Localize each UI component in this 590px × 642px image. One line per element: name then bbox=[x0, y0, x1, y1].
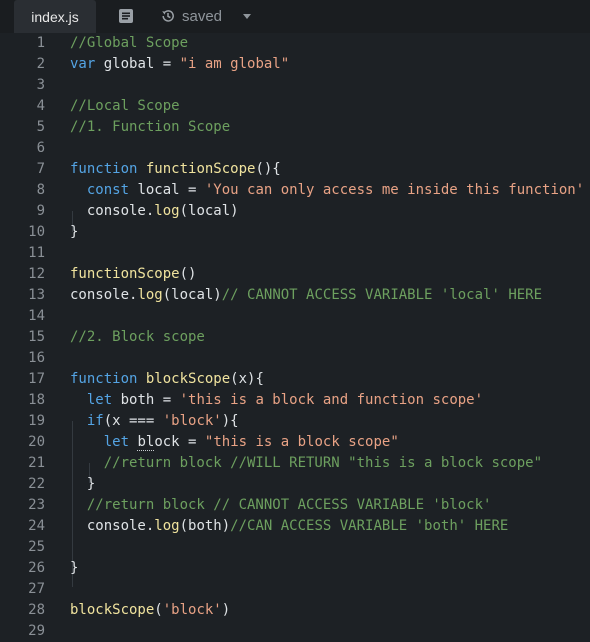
line-number: 10 bbox=[28, 224, 45, 240]
code-line[interactable]: const local = 'You can only access me in… bbox=[70, 180, 590, 201]
line-number: 8 bbox=[36, 182, 45, 198]
code-line[interactable]: } bbox=[70, 222, 590, 243]
code-line[interactable]: //return block //WILL RETURN "this is a … bbox=[70, 453, 590, 474]
line-number: 19 bbox=[28, 413, 45, 429]
line-number: 25 bbox=[28, 539, 45, 555]
line-number: 27 bbox=[28, 581, 45, 597]
line-number: 22 bbox=[28, 476, 45, 492]
code-line[interactable]: blockScope('block') bbox=[70, 600, 590, 621]
line-number: 13 bbox=[28, 287, 45, 303]
tab-bar: index.js saved bbox=[0, 0, 590, 34]
code-line[interactable] bbox=[70, 348, 590, 369]
code-line[interactable]: function functionScope(){ bbox=[70, 159, 590, 180]
code-line[interactable] bbox=[70, 537, 590, 558]
line-number: 15 bbox=[28, 329, 45, 345]
line-number: 14 bbox=[28, 308, 45, 324]
code-line[interactable]: var global = "i am global" bbox=[70, 54, 590, 75]
line-number: 6 bbox=[36, 140, 45, 156]
save-status: saved bbox=[182, 8, 223, 25]
code-area[interactable]: //Global Scope var global = "i am global"… bbox=[70, 33, 590, 642]
code-line[interactable]: console.log(local)// CANNOT ACCESS VARIA… bbox=[70, 285, 590, 306]
line-number: 3 bbox=[36, 77, 45, 93]
line-number: 12 bbox=[28, 266, 45, 282]
line-number: 2 bbox=[36, 56, 45, 72]
code-line[interactable]: function blockScope(x){ bbox=[70, 369, 590, 390]
code-line[interactable]: //return block // CANNOT ACCESS VARIABLE… bbox=[70, 495, 590, 516]
line-number: 9 bbox=[36, 203, 45, 219]
code-line[interactable]: console.log(both)//CAN ACCESS VARIABLE '… bbox=[70, 516, 590, 537]
code-line[interactable]: //1. Function Scope bbox=[70, 117, 590, 138]
line-number: 5 bbox=[36, 119, 45, 135]
line-number: 16 bbox=[28, 350, 45, 366]
code-line[interactable]: //Local Scope bbox=[70, 96, 590, 117]
line-number: 11 bbox=[28, 245, 45, 261]
line-number-gutter: 1 2 3 4 5 6 7 8 9 10 11 12 13 14 15 16 1… bbox=[0, 33, 56, 642]
line-number: 18 bbox=[28, 392, 45, 408]
code-line[interactable] bbox=[70, 621, 590, 642]
code-line[interactable]: if(x === 'block'){ bbox=[70, 411, 590, 432]
code-line[interactable]: //2. Block scope bbox=[70, 327, 590, 348]
code-line[interactable] bbox=[70, 306, 590, 327]
code-line[interactable] bbox=[70, 243, 590, 264]
code-line[interactable]: let both = 'this is a block and function… bbox=[70, 390, 590, 411]
code-line[interactable]: functionScope() bbox=[70, 264, 590, 285]
code-line[interactable] bbox=[70, 75, 590, 96]
file-tab-index-js[interactable]: index.js bbox=[14, 0, 96, 34]
line-number: 28 bbox=[28, 602, 45, 618]
code-line[interactable]: let block = "this is a block scope" bbox=[70, 432, 590, 453]
line-number: 7 bbox=[36, 161, 45, 177]
code-line[interactable]: //Global Scope bbox=[70, 33, 590, 54]
code-line[interactable]: console.log(local) bbox=[70, 201, 590, 222]
code-line[interactable]: } bbox=[70, 558, 590, 579]
caret-down-icon[interactable] bbox=[243, 14, 251, 19]
line-number: 1 bbox=[36, 35, 45, 51]
tab-label: index.js bbox=[31, 9, 79, 25]
code-editor[interactable]: 1 2 3 4 5 6 7 8 9 10 11 12 13 14 15 16 1… bbox=[0, 33, 590, 639]
line-number: 17 bbox=[28, 371, 45, 387]
format-icon[interactable] bbox=[118, 8, 134, 24]
line-number: 29 bbox=[28, 623, 45, 639]
line-number: 4 bbox=[36, 98, 45, 114]
line-number: 20 bbox=[28, 434, 45, 450]
line-number: 24 bbox=[28, 518, 45, 534]
code-line[interactable] bbox=[70, 138, 590, 159]
history-icon[interactable] bbox=[160, 8, 176, 24]
line-number: 21 bbox=[28, 455, 45, 471]
line-number: 26 bbox=[28, 560, 45, 576]
code-line[interactable] bbox=[70, 579, 590, 600]
code-line[interactable]: } bbox=[70, 474, 590, 495]
line-number: 23 bbox=[28, 497, 45, 513]
